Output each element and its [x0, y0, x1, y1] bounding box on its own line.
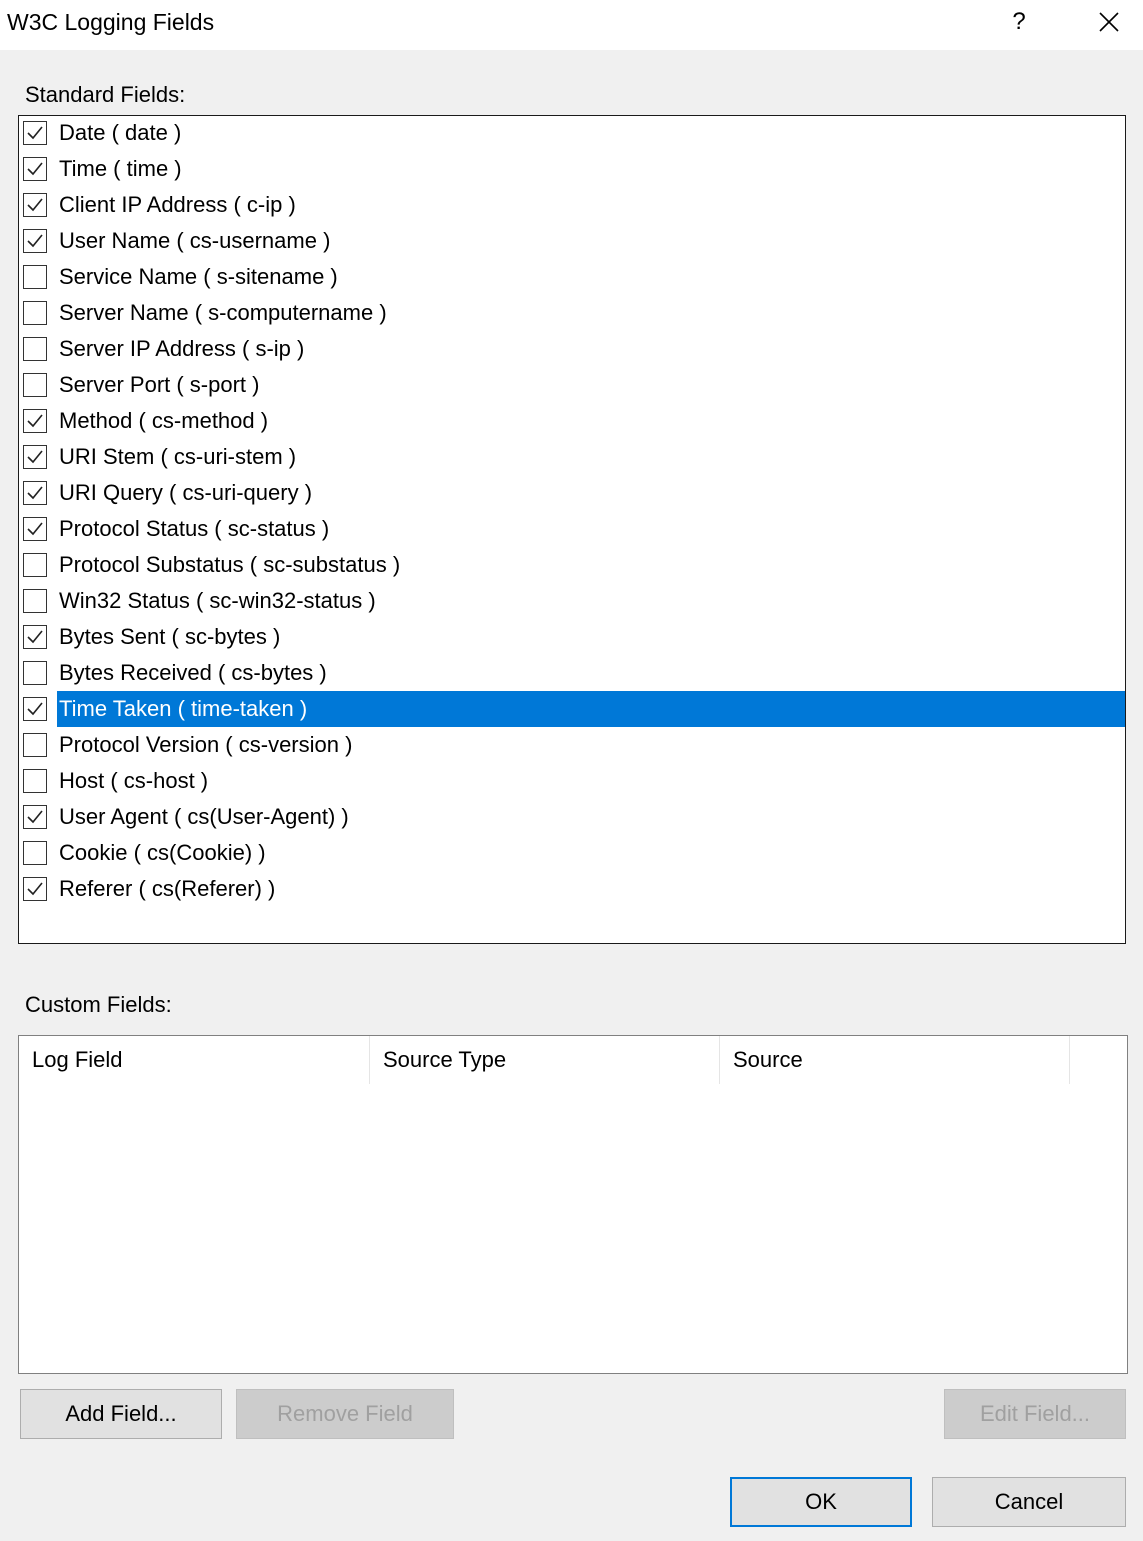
- checkmark-icon: [27, 162, 43, 176]
- field-row[interactable]: Time ( time ): [19, 151, 1125, 187]
- checkmark-icon: [27, 414, 43, 428]
- field-checkbox[interactable]: [23, 769, 47, 793]
- checkmark-icon: [27, 882, 43, 896]
- edit-field-button[interactable]: Edit Field...: [944, 1389, 1126, 1439]
- field-checkbox[interactable]: [23, 805, 47, 829]
- field-checkbox[interactable]: [23, 157, 47, 181]
- field-checkbox[interactable]: [23, 877, 47, 901]
- ok-button[interactable]: OK: [730, 1477, 912, 1527]
- field-checkbox[interactable]: [23, 553, 47, 577]
- field-checkbox[interactable]: [23, 229, 47, 253]
- field-label: User Name ( cs-username ): [59, 228, 331, 253]
- checkmark-icon: [27, 486, 43, 500]
- field-label: Win32 Status ( sc-win32-status ): [59, 588, 376, 613]
- remove-field-button[interactable]: Remove Field: [236, 1389, 454, 1439]
- field-label: Protocol Version ( cs-version ): [59, 732, 353, 757]
- field-checkbox[interactable]: [23, 337, 47, 361]
- checkmark-icon: [27, 630, 43, 644]
- field-checkbox[interactable]: [23, 517, 47, 541]
- field-label: URI Query ( cs-uri-query ): [59, 480, 313, 505]
- field-checkbox[interactable]: [23, 841, 47, 865]
- field-checkbox[interactable]: [23, 589, 47, 613]
- checkmark-icon: [27, 810, 43, 824]
- field-row[interactable]: Referer ( cs(Referer) ): [19, 871, 1125, 907]
- checkmark-icon: [27, 450, 43, 464]
- field-row[interactable]: URI Query ( cs-uri-query ): [19, 475, 1125, 511]
- field-label: User Agent ( cs(User-Agent) ): [59, 804, 349, 829]
- field-label: Service Name ( s-sitename ): [59, 264, 338, 289]
- field-row[interactable]: Server Port ( s-port ): [19, 367, 1125, 403]
- checkmark-icon: [27, 198, 43, 212]
- field-label: Server IP Address ( s-ip ): [59, 336, 305, 361]
- field-label: Bytes Received ( cs-bytes ): [59, 660, 327, 685]
- field-row[interactable]: Cookie ( cs(Cookie) ): [19, 835, 1125, 871]
- custom-fields-list[interactable]: Log Field Source Type Source: [18, 1035, 1128, 1374]
- field-label: Protocol Substatus ( sc-substatus ): [59, 552, 401, 577]
- checkmark-icon: [27, 126, 43, 140]
- field-label: Bytes Sent ( sc-bytes ): [59, 624, 281, 649]
- field-label: URI Stem ( cs-uri-stem ): [59, 444, 297, 469]
- help-button[interactable]: ?: [996, 0, 1042, 44]
- close-icon: [1099, 12, 1119, 32]
- field-label: Time ( time ): [59, 156, 182, 181]
- field-label: Server Port ( s-port ): [59, 372, 260, 397]
- field-checkbox[interactable]: [23, 733, 47, 757]
- title-bar: W3C Logging Fields ?: [0, 0, 1143, 50]
- field-row[interactable]: User Agent ( cs(User-Agent) ): [19, 799, 1125, 835]
- field-checkbox[interactable]: [23, 409, 47, 433]
- field-row[interactable]: Bytes Received ( cs-bytes ): [19, 655, 1125, 691]
- cancel-button[interactable]: Cancel: [932, 1477, 1126, 1527]
- standard-fields-list[interactable]: Date ( date ) Time ( time ) Client IP Addr…: [18, 115, 1126, 944]
- column-header-source-type[interactable]: Source Type: [370, 1036, 720, 1084]
- field-row[interactable]: Date ( date ): [19, 116, 1125, 151]
- field-checkbox[interactable]: [23, 193, 47, 217]
- field-row[interactable]: Protocol Status ( sc-status ): [19, 511, 1125, 547]
- field-label: Method ( cs-method ): [59, 408, 269, 433]
- field-row[interactable]: Server Name ( s-computername ): [19, 295, 1125, 331]
- window-title: W3C Logging Fields: [7, 9, 215, 35]
- field-row[interactable]: Host ( cs-host ): [19, 763, 1125, 799]
- field-row[interactable]: Bytes Sent ( sc-bytes ): [19, 619, 1125, 655]
- field-row[interactable]: Client IP Address ( c-ip ): [19, 187, 1125, 223]
- field-checkbox[interactable]: [23, 697, 47, 721]
- column-header-source[interactable]: Source: [720, 1036, 1070, 1084]
- field-row[interactable]: Server IP Address ( s-ip ): [19, 331, 1125, 367]
- checkmark-icon: [27, 702, 43, 716]
- field-checkbox[interactable]: [23, 445, 47, 469]
- field-label: Server Name ( s-computername ): [59, 300, 387, 325]
- field-label: Client IP Address ( c-ip ): [59, 192, 296, 217]
- field-label: Cookie ( cs(Cookie) ): [59, 840, 266, 865]
- field-row[interactable]: User Name ( cs-username ): [19, 223, 1125, 259]
- field-row[interactable]: URI Stem ( cs-uri-stem ): [19, 439, 1125, 475]
- field-label: Time Taken ( time-taken ): [57, 691, 1125, 727]
- field-label: Referer ( cs(Referer) ): [59, 876, 276, 901]
- field-row[interactable]: Win32 Status ( sc-win32-status ): [19, 583, 1125, 619]
- field-row[interactable]: Protocol Substatus ( sc-substatus ): [19, 547, 1125, 583]
- checkmark-icon: [27, 234, 43, 248]
- field-checkbox[interactable]: [23, 373, 47, 397]
- field-label: Date ( date ): [59, 120, 182, 145]
- standard-fields-label: Standard Fields:: [25, 82, 186, 107]
- close-button[interactable]: [1086, 0, 1132, 44]
- field-row[interactable]: Time Taken ( time-taken ): [19, 691, 1125, 727]
- field-checkbox[interactable]: [23, 625, 47, 649]
- column-header-log-field[interactable]: Log Field: [19, 1036, 370, 1084]
- field-checkbox[interactable]: [23, 121, 47, 145]
- field-label: Protocol Status ( sc-status ): [59, 516, 330, 541]
- custom-fields-label: Custom Fields:: [25, 992, 172, 1017]
- field-checkbox[interactable]: [23, 265, 47, 289]
- field-label: Host ( cs-host ): [59, 768, 209, 793]
- checkmark-icon: [27, 522, 43, 536]
- field-checkbox[interactable]: [23, 661, 47, 685]
- help-icon: ?: [1012, 8, 1026, 35]
- field-row[interactable]: Method ( cs-method ): [19, 403, 1125, 439]
- field-row[interactable]: Protocol Version ( cs-version ): [19, 727, 1125, 763]
- field-checkbox[interactable]: [23, 301, 47, 325]
- add-field-button[interactable]: Add Field...: [20, 1389, 222, 1439]
- field-row[interactable]: Service Name ( s-sitename ): [19, 259, 1125, 295]
- field-checkbox[interactable]: [23, 481, 47, 505]
